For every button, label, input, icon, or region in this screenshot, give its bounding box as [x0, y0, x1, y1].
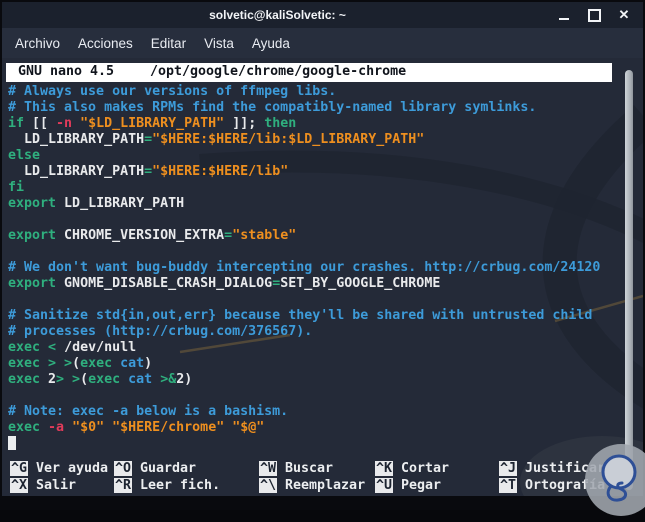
shortcut-label: Ver ayuda — [36, 461, 108, 476]
shortcut-key: ^U — [375, 478, 393, 493]
shortcut-item: ^G Ver ayuda — [10, 461, 108, 478]
editor-line: LD_LIBRARY_PATH="$HERE:$HERE/lib:$LD_LIB… — [8, 132, 600, 148]
text-cursor — [8, 436, 16, 450]
shortcut-key: ^\ — [259, 478, 277, 493]
scrollbar-thumb[interactable] — [625, 70, 633, 490]
editor-line: export LD_LIBRARY_PATH — [8, 196, 600, 212]
nano-version: GNU nano 4.5 — [18, 64, 114, 80]
editor-line: exec -a "$0" "$HERE/chrome" "$@" — [8, 420, 600, 436]
editor-line: # processes (http://crbug.com/376567). — [8, 324, 600, 340]
shortcut-label: Salir — [36, 478, 76, 493]
terminal-content[interactable]: GNU nano 4.5 /opt/google/chrome/google-c… — [2, 58, 643, 496]
shortcut-item: ^O Guardar — [114, 461, 220, 478]
editor-line: exec 2> >(exec cat >&2) — [8, 372, 600, 388]
menu-item-archivo[interactable]: Archivo — [15, 36, 60, 51]
minimize-icon — [559, 18, 569, 20]
shortcut-item: ^R Leer fich. — [114, 478, 220, 495]
window-controls: ✕ — [557, 2, 631, 28]
editor-line: export CHROME_VERSION_EXTRA="stable" — [8, 228, 600, 244]
editor-line: # We don't want bug-buddy intercepting o… — [8, 260, 600, 276]
shortcut-item: ^\ Reemplazar — [259, 478, 365, 495]
shortcut-column: ^K Cortar ^U Pegar — [375, 461, 449, 495]
shortcut-label: Reemplazar — [285, 478, 365, 493]
editor-line: # This also makes RPMs find the compatib… — [8, 100, 600, 116]
shortcut-label: Cortar — [401, 461, 449, 476]
shortcut-column: ^W Buscar ^\ Reemplazar — [259, 461, 365, 495]
editor-line — [8, 292, 600, 308]
maximize-button[interactable] — [587, 8, 601, 22]
editor-line: if [[ -n "$LD_LIBRARY_PATH" ]]; then — [8, 116, 600, 132]
editor-line: else — [8, 148, 600, 164]
menu-bar: Archivo Acciones Editar Vista Ayuda — [2, 28, 643, 58]
shortcut-key: ^K — [375, 461, 393, 476]
shortcut-key: ^O — [114, 461, 132, 476]
shortcut-label: Guardar — [140, 461, 196, 476]
editor-line: # Always use our versions of ffmpeg libs… — [8, 84, 600, 100]
editor-line: exec < /dev/null — [8, 340, 600, 356]
minimize-button[interactable] — [557, 8, 571, 22]
editor-line: fi — [8, 180, 600, 196]
shortcut-item: ^U Pegar — [375, 478, 449, 495]
shortcut-label: Leer fich. — [140, 478, 220, 493]
close-button[interactable]: ✕ — [617, 8, 631, 22]
shortcut-column: ^O Guardar ^R Leer fich. — [114, 461, 220, 495]
shortcut-column: ^G Ver ayuda ^X Salir — [10, 461, 108, 495]
editor-line — [8, 212, 600, 228]
editor-line: # Note: exec -a below is a bashism. — [8, 404, 600, 420]
editor-line — [8, 436, 600, 452]
nano-title-bar: GNU nano 4.5 /opt/google/chrome/google-c… — [6, 63, 612, 82]
shortcut-label: Buscar — [285, 461, 333, 476]
close-icon: ✕ — [619, 8, 630, 22]
editor-text: # Always use our versions of ffmpeg libs… — [8, 84, 600, 452]
shortcut-label: Pegar — [401, 478, 441, 493]
shortcut-key: ^J — [499, 461, 517, 476]
editor-line: export GNOME_DISABLE_CRASH_DIALOG=SET_BY… — [8, 276, 600, 292]
maximize-icon — [588, 9, 601, 22]
shortcut-item: ^X Salir — [10, 478, 108, 495]
shortcut-key: ^W — [259, 461, 277, 476]
editor-line: LD_LIBRARY_PATH="$HERE:$HERE/lib" — [8, 164, 600, 180]
shortcut-item: ^K Cortar — [375, 461, 449, 478]
window-title: solvetic@kaliSolvetic: ~ — [2, 2, 553, 28]
editor-line — [8, 244, 600, 260]
shortcut-key: ^G — [10, 461, 28, 476]
editor-line: exec > >(exec cat) — [8, 356, 600, 372]
editor-line — [8, 388, 600, 404]
title-bar[interactable]: solvetic@kaliSolvetic: ~ ✕ — [2, 2, 643, 28]
shortcut-item: ^W Buscar — [259, 461, 365, 478]
shortcut-key: ^T — [499, 478, 517, 493]
terminal-window: solvetic@kaliSolvetic: ~ ✕ Archivo Accion… — [0, 0, 645, 510]
menu-item-ayuda[interactable]: Ayuda — [252, 36, 290, 51]
shortcut-key: ^R — [114, 478, 132, 493]
nano-filename: /opt/google/chrome/google-chrome — [150, 64, 406, 80]
menu-item-editar[interactable]: Editar — [151, 36, 186, 51]
editor-line: # Sanitize std{in,out,err} because they'… — [8, 308, 600, 324]
solvetic-logo-watermark — [584, 443, 645, 517]
menu-item-acciones[interactable]: Acciones — [78, 36, 133, 51]
shortcut-key: ^X — [10, 478, 28, 493]
menu-item-vista[interactable]: Vista — [204, 36, 234, 51]
